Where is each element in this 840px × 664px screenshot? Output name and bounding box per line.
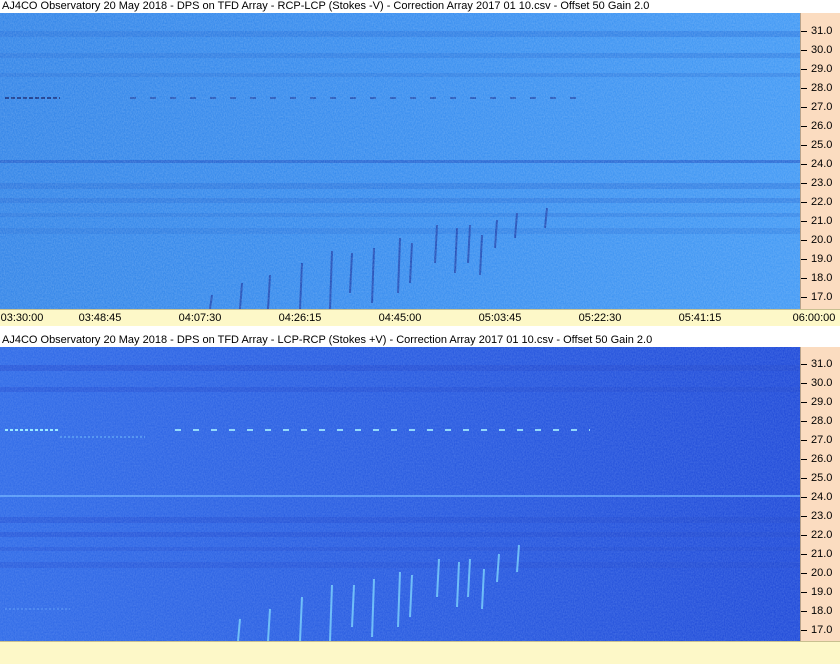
freq-label: 27.0 [811, 434, 833, 446]
freq-label: 20.0 [811, 567, 833, 579]
bottom-frequency-axis: 31.0 30.0 29.0 28.0 27.0 26.0 25.0 24.0 … [800, 347, 840, 641]
freq-label: 17.0 [811, 291, 833, 303]
time-label: 05:03:45 [478, 312, 522, 324]
freq-label: 19.0 [811, 586, 833, 598]
freq-label: 23.0 [811, 177, 833, 189]
freq-label: 30.0 [811, 377, 833, 389]
bottom-panel-title: AJ4CO Observatory 20 May 2018 - DPS on T… [0, 334, 840, 347]
freq-label: 18.0 [811, 605, 833, 617]
bottom-status-bar [0, 641, 840, 664]
freq-label: 30.0 [811, 44, 833, 56]
freq-label: 29.0 [811, 63, 833, 75]
top-panel-title: AJ4CO Observatory 20 May 2018 - DPS on T… [0, 0, 840, 13]
time-label: 04:26:15 [278, 312, 322, 324]
freq-label: 31.0 [811, 25, 833, 37]
time-label: 05:41:15 [678, 312, 722, 324]
freq-label: 25.0 [811, 139, 833, 151]
time-label: 03:48:45 [78, 312, 122, 324]
time-label: 06:00:00 [792, 312, 836, 324]
freq-label: 25.0 [811, 472, 833, 484]
freq-label: 19.0 [811, 253, 833, 265]
freq-label: 22.0 [811, 529, 833, 541]
freq-label: 28.0 [811, 415, 833, 427]
bottom-spectrogram-svg [0, 347, 800, 641]
freq-label: 24.0 [811, 491, 833, 503]
freq-label: 17.0 [811, 624, 833, 636]
freq-label: 26.0 [811, 453, 833, 465]
freq-label: 18.0 [811, 272, 833, 284]
time-label: 04:07:30 [178, 312, 222, 324]
freq-label: 22.0 [811, 196, 833, 208]
top-frequency-axis: 31.0 30.0 29.0 28.0 27.0 26.0 25.0 24.0 … [800, 13, 840, 309]
freq-label: 26.0 [811, 120, 833, 132]
freq-label: 20.0 [811, 234, 833, 246]
freq-label: 29.0 [811, 396, 833, 408]
bottom-spectrogram [0, 347, 800, 641]
top-spectrogram [0, 13, 800, 309]
freq-label: 31.0 [811, 358, 833, 370]
freq-label: 21.0 [811, 215, 833, 227]
freq-label: 23.0 [811, 510, 833, 522]
top-spectrogram-svg [0, 13, 800, 309]
freq-label: 28.0 [811, 82, 833, 94]
time-label: 04:45:00 [378, 312, 422, 324]
freq-label: 21.0 [811, 548, 833, 560]
freq-label: 24.0 [811, 158, 833, 170]
time-axis: 03:30:00 03:48:45 04:07:30 04:26:15 04:4… [0, 309, 840, 326]
freq-label: 27.0 [811, 101, 833, 113]
time-label: 05:22:30 [578, 312, 622, 324]
time-label: 03:30:00 [0, 312, 44, 324]
